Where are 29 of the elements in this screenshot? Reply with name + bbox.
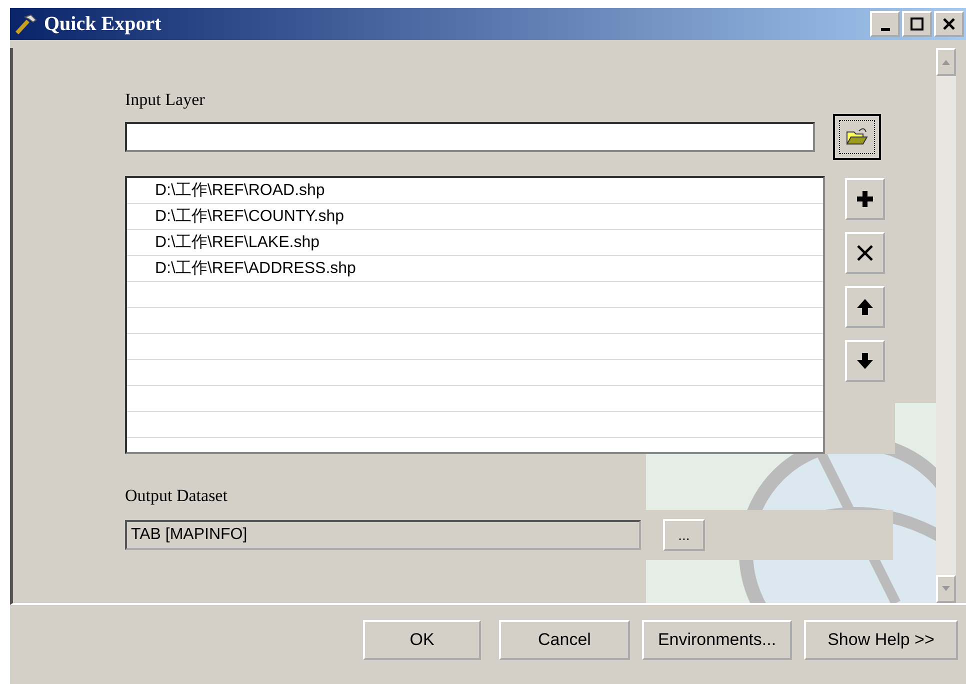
layer-list-item[interactable]: D:\工作\REF\ADDRESS.shp [127, 256, 823, 282]
dialog-button[interactable]: Show Help >> [804, 620, 958, 660]
maximize-button[interactable] [902, 11, 932, 37]
input-layer-field[interactable] [125, 122, 815, 152]
add-button[interactable] [845, 178, 885, 220]
up-arrow-icon [855, 297, 875, 317]
layer-list-item[interactable]: D:\工作\REF\COUNTY.shp [127, 204, 823, 230]
move-up-button[interactable] [845, 286, 885, 328]
down-arrow-icon [855, 351, 875, 371]
output-dataset-field[interactable]: TAB [MAPINFO] [125, 520, 641, 550]
minimize-button[interactable] [870, 11, 900, 37]
close-button[interactable] [934, 11, 964, 37]
browse-button[interactable]: ... [663, 519, 705, 551]
input-layer-label: Input Layer [125, 90, 206, 111]
close-icon [942, 17, 956, 31]
dialog-button[interactable]: Environments... [642, 620, 792, 660]
maximize-icon [910, 17, 924, 31]
move-down-button[interactable] [845, 340, 885, 382]
dialog-button[interactable]: Cancel [499, 620, 630, 660]
open-folder-button[interactable] [833, 114, 881, 160]
dialog-button[interactable]: OK [363, 620, 481, 660]
hammer-icon [14, 13, 38, 35]
remove-button[interactable] [845, 232, 885, 274]
layer-list-item[interactable]: D:\工作\REF\LAKE.shp [127, 230, 823, 256]
window-title: Quick Export [44, 12, 162, 36]
x-icon [855, 243, 875, 263]
layer-list-item[interactable]: D:\工作\REF\ROAD.shp [127, 178, 823, 204]
plus-icon [855, 189, 875, 209]
minimize-icon [880, 28, 890, 30]
